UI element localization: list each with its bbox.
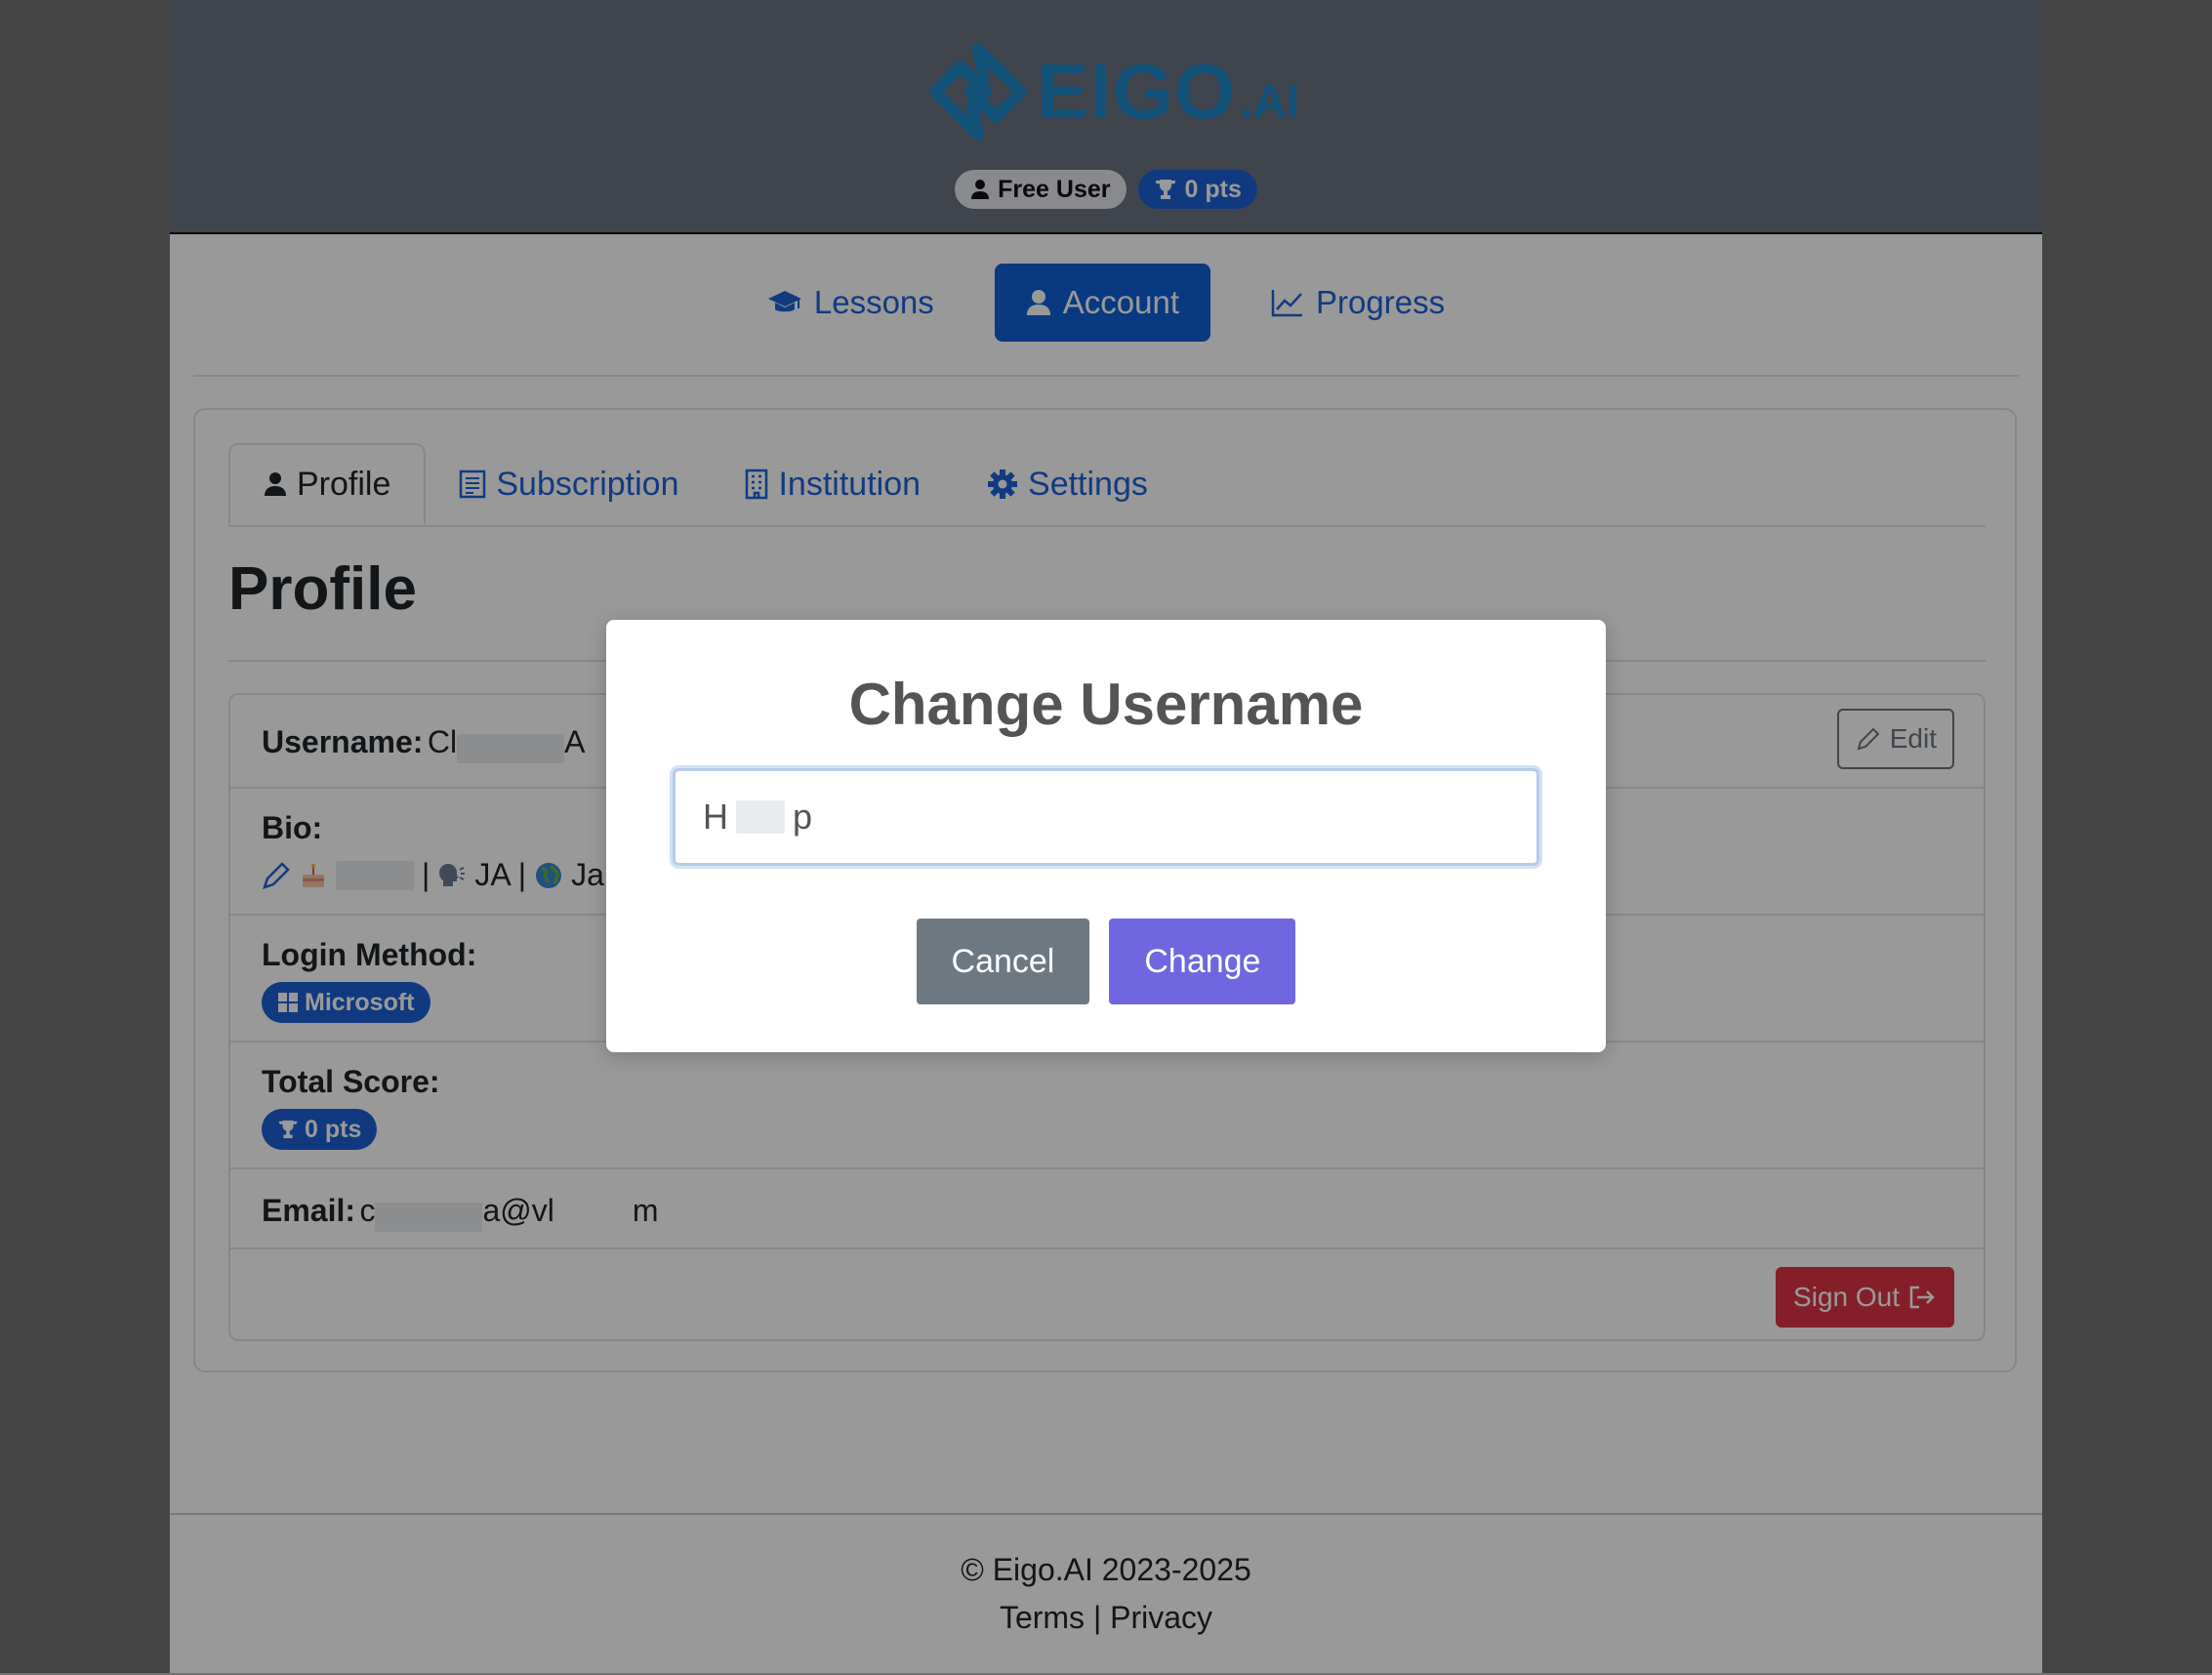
dialog-title: Change Username — [848, 672, 1364, 737]
redacted-text — [736, 800, 785, 834]
username-input-start: H — [703, 797, 728, 837]
change-button[interactable]: Change — [1109, 919, 1296, 1004]
username-input[interactable]: H p — [673, 768, 1539, 866]
change-username-dialog: Change Username H p Cancel Change — [606, 620, 1606, 1052]
dialog-actions: Cancel Change — [606, 919, 1606, 1004]
username-input-end: p — [793, 797, 813, 837]
cancel-button[interactable]: Cancel — [916, 919, 1090, 1004]
